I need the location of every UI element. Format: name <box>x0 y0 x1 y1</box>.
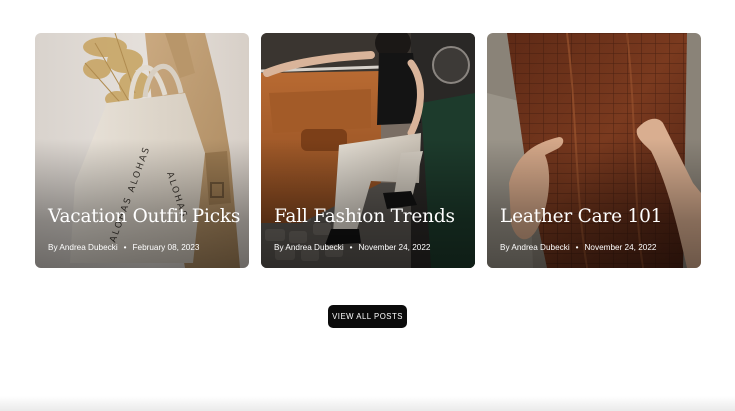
blog-post-grid: ALOHAS ALOHAS ALOHAS Vacation Outfit Pic… <box>35 33 701 268</box>
post-title[interactable]: Vacation Outfit Picks <box>48 206 241 227</box>
meta-separator: • <box>349 243 353 252</box>
meta-separator: • <box>123 243 127 252</box>
post-meta: By Andrea Dubecki • February 08, 2023 <box>48 243 243 252</box>
post-meta: By Andrea Dubecki • November 24, 2022 <box>274 243 469 252</box>
image-overlay <box>261 33 475 268</box>
post-date: November 24, 2022 <box>584 243 657 252</box>
blog-posts-section: ALOHAS ALOHAS ALOHAS Vacation Outfit Pic… <box>0 0 735 411</box>
footer-edge <box>0 396 735 411</box>
meta-separator: • <box>575 243 579 252</box>
view-all-posts-button[interactable]: VIEW ALL POSTS <box>328 305 407 328</box>
post-meta: By Andrea Dubecki • November 24, 2022 <box>500 243 695 252</box>
post-author: By Andrea Dubecki <box>500 243 570 252</box>
blog-post-card-leather-care-101[interactable]: Leather Care 101 By Andrea Dubecki • Novem… <box>487 33 701 268</box>
post-title[interactable]: Leather Care 101 <box>500 206 693 227</box>
blog-post-card-fall-fashion-trends[interactable]: Fall Fashion Trends By Andrea Dubecki • No… <box>261 33 475 268</box>
blog-post-card-vacation-outfit-picks[interactable]: ALOHAS ALOHAS ALOHAS Vacation Outfit Pic… <box>35 33 249 268</box>
post-title[interactable]: Fall Fashion Trends <box>274 206 467 227</box>
post-author: By Andrea Dubecki <box>48 243 118 252</box>
post-author: By Andrea Dubecki <box>274 243 344 252</box>
image-overlay <box>487 33 701 268</box>
post-date: February 08, 2023 <box>132 243 200 252</box>
post-date: November 24, 2022 <box>358 243 431 252</box>
image-overlay <box>35 33 249 268</box>
